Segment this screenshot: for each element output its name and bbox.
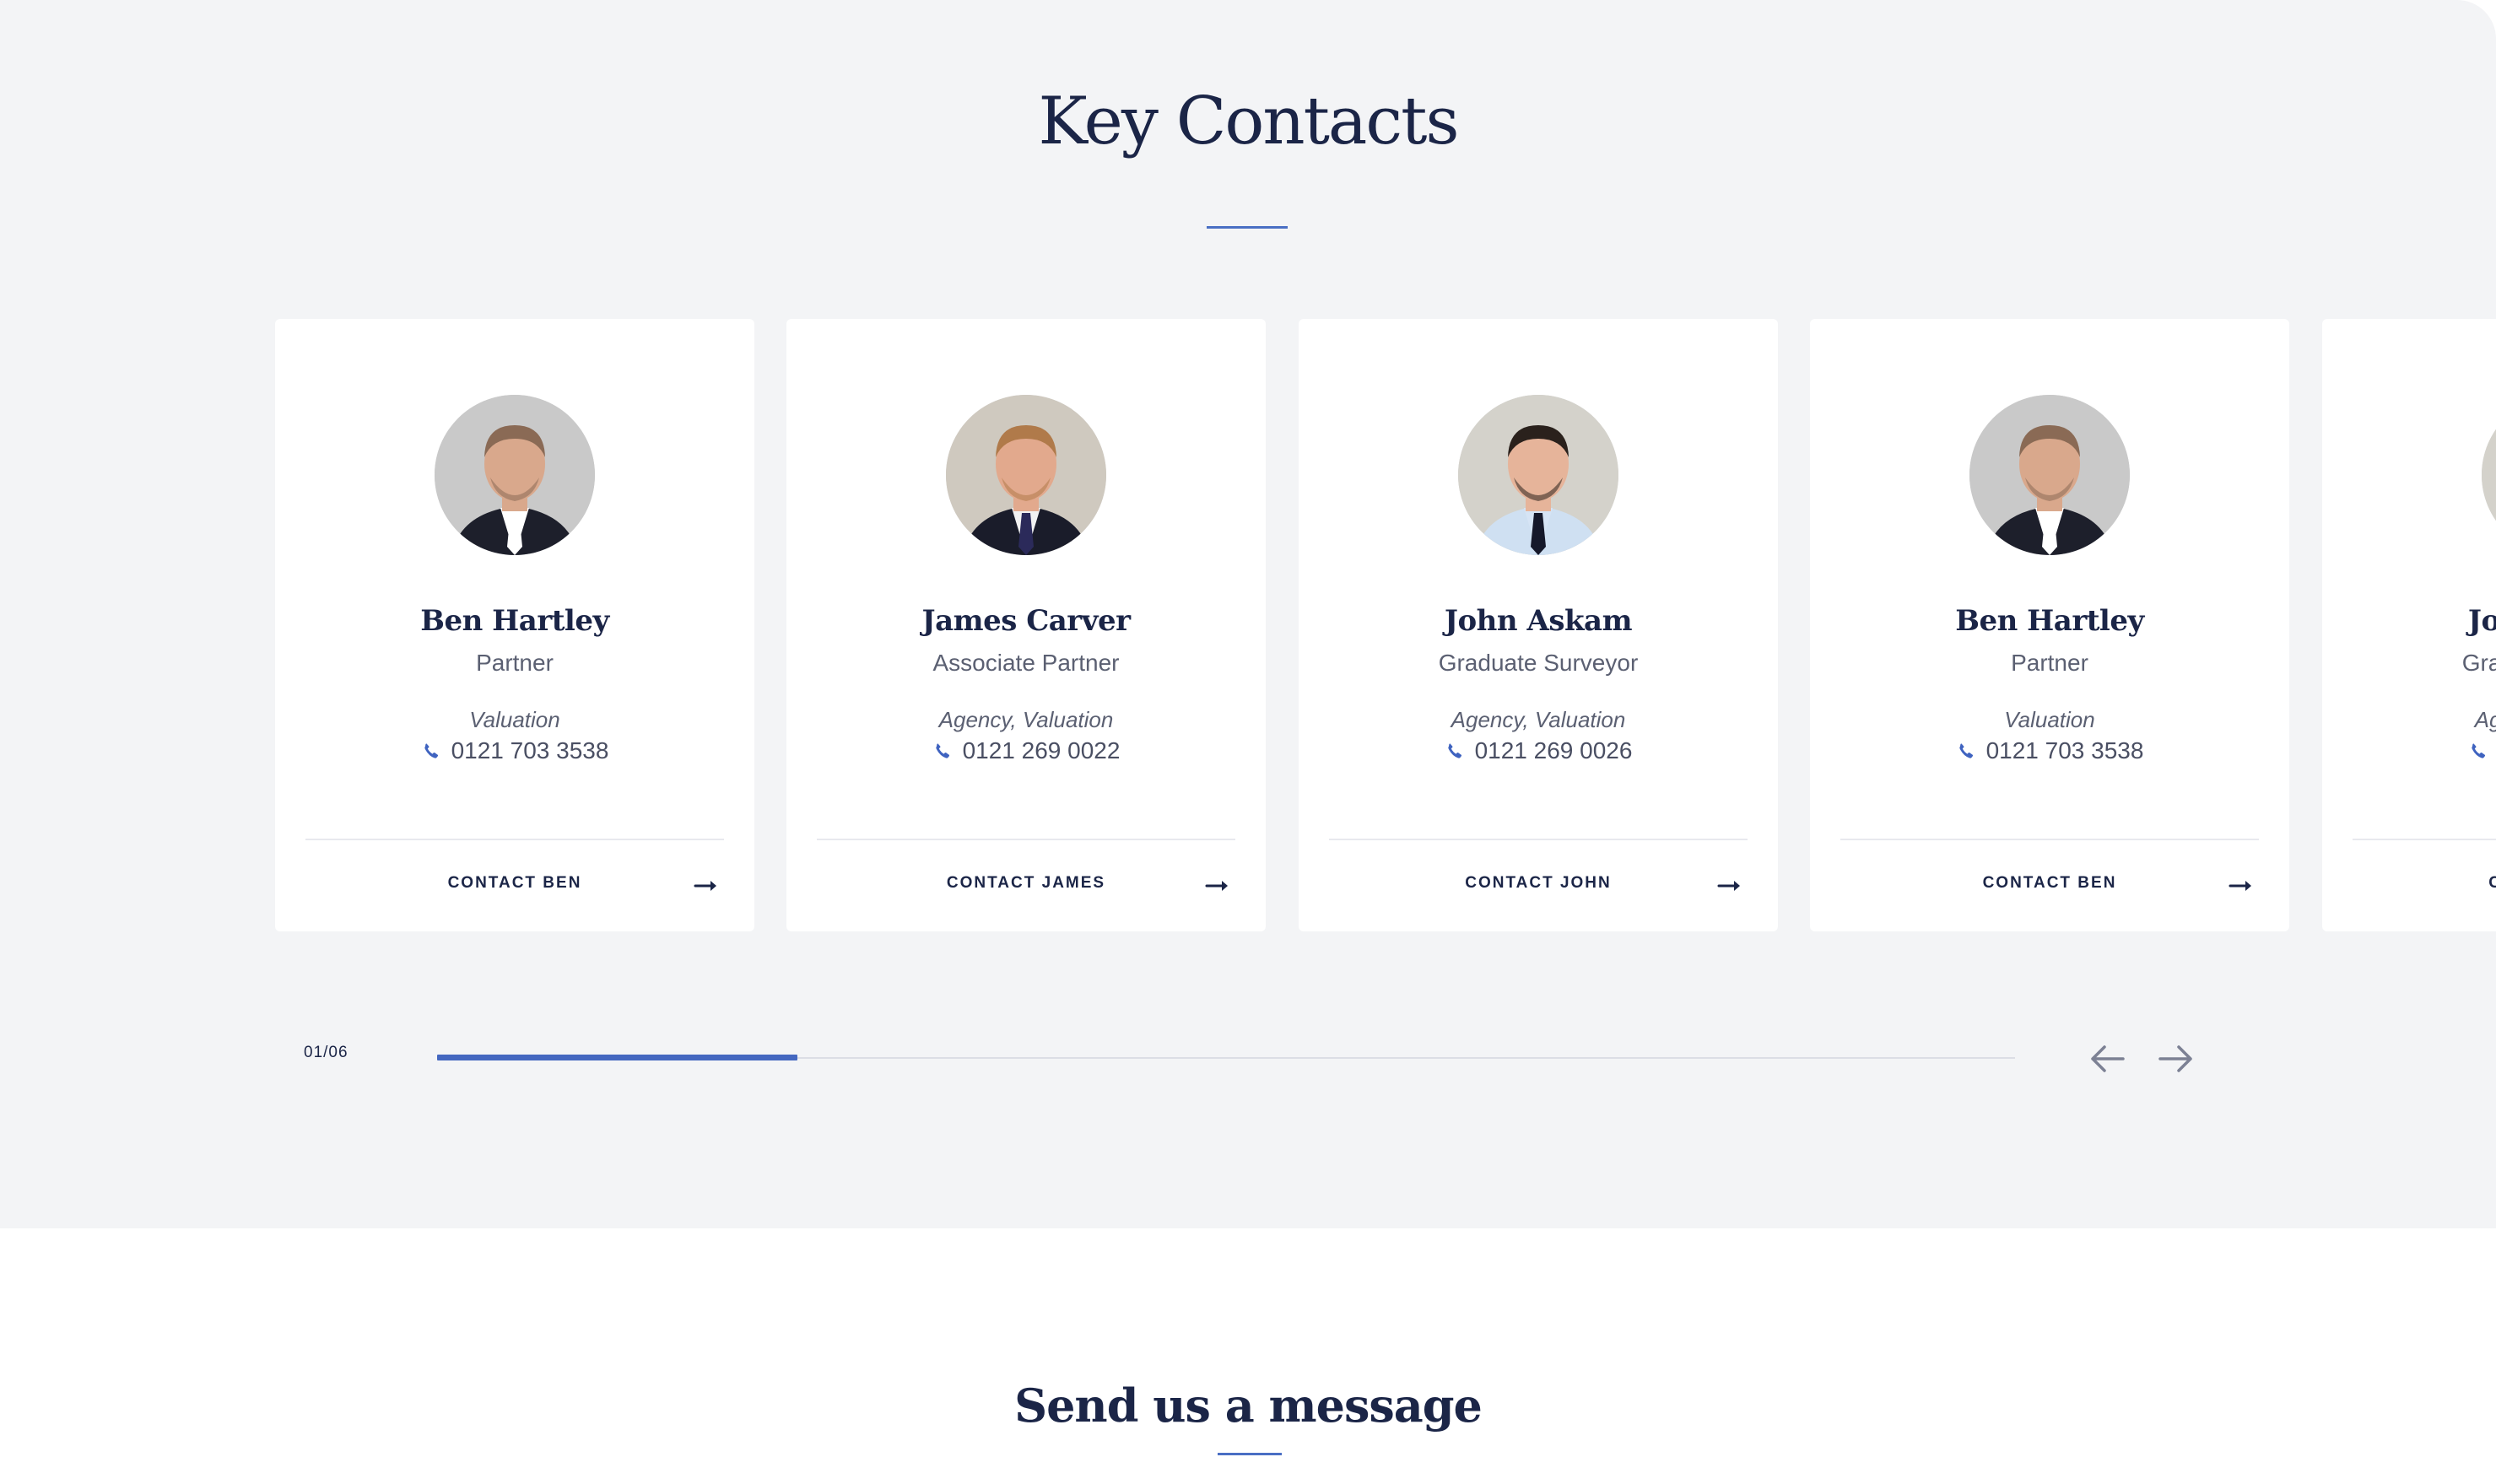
contact-department: Agency, Valuation [938,707,1114,732]
contact-name: Ben Hartley [1955,604,2144,638]
phone-number: 0121 703 3538 [451,737,609,764]
phone-number: 0121 269 0026 [1474,737,1633,764]
contact-button[interactable]: CONTACT JOHN [1329,840,1748,931]
contact-name: John Askam [2467,604,2496,638]
slide-counter: 01/06 [304,1044,348,1061]
contact-phone[interactable]: 0121 703 3538 [1810,737,2289,764]
contact-button[interactable]: CONTACT BEN [305,840,724,931]
key-contacts-section: Key Contacts Ben Hartley Partner Valuati… [0,0,2496,1228]
contact-button-label: CONTACT BEN [447,874,582,892]
arrow-right-icon [1205,881,1228,891]
progress-track [437,1055,2015,1060]
contact-button[interactable]: CONTACT JAMES [817,840,1235,931]
contact-role: Graduate Surveyor [2461,650,2496,676]
contact-button-label: CONTACT JOHN [2353,874,2496,893]
contact-role: Graduate Surveyor [1438,650,1639,676]
prev-slide-button[interactable] [2086,1039,2128,1078]
arrow-right-icon [694,881,716,891]
phone-number: 0121 269 0022 [962,737,1121,764]
contact-department: Agency, Valuation [2474,707,2496,732]
message-title-underline [1218,1453,1282,1455]
contact-button-label: CONTACT JAMES [946,874,1106,892]
next-slide-button[interactable] [2155,1039,2197,1078]
contact-button-label: CONTACT JOHN [1465,874,1612,892]
contact-card: James Carver Associate Partner Agency, V… [786,319,1266,931]
avatar [2482,395,2496,555]
contact-card: Ben Hartley Partner Valuation 0121 703 3… [275,319,754,931]
arrow-right-icon [1717,881,1740,891]
send-message-title: Send us a message [1014,1379,1483,1433]
arrow-right-icon [2229,881,2251,891]
contact-phone[interactable]: 0121 703 3538 [275,737,754,764]
phone-icon [935,743,949,758]
contact-role: Associate Partner [932,650,1120,676]
person-photo [1969,395,2130,555]
person-photo [946,395,1106,555]
contact-department: Valuation [2004,707,2095,732]
contact-button-label: CONTACT BEN [1982,874,2117,892]
contact-department: Agency, Valuation [1451,707,1626,732]
contact-phone[interactable]: 0121 269 0022 [786,737,1266,764]
contact-card: Ben Hartley Partner Valuation 0121 703 3… [1810,319,2289,931]
contact-card: John Askam Graduate Surveyor Agency, Val… [2322,319,2496,931]
title-underline [1207,226,1288,229]
contact-role: Partner [476,650,554,676]
contact-phone[interactable]: 0121 269 0026 [1299,737,1778,764]
person-photo [1458,395,1618,555]
avatar [1969,395,2130,555]
contact-name: James Carver [921,604,1131,638]
person-photo [2482,395,2496,555]
contact-phone[interactable]: 0121 269 0026 [2322,737,2496,764]
section-title: Key Contacts [1038,84,1460,159]
person-photo [435,395,595,555]
contact-card: John Askam Graduate Surveyor Agency, Val… [1299,319,1778,931]
progress-fill [437,1055,798,1060]
phone-icon [2471,743,2485,758]
arrow-right-icon [2158,1045,2192,1072]
avatar [435,395,595,555]
phone-icon [424,743,438,758]
contact-role: Partner [2011,650,2088,676]
phone-number: 0121 703 3538 [1985,737,2144,764]
phone-icon [1958,743,1973,758]
contacts-carousel[interactable]: Ben Hartley Partner Valuation 0121 703 3… [0,319,2496,933]
contact-name: Ben Hartley [420,604,609,638]
phone-icon [1447,743,1461,758]
contact-button[interactable]: CONTACT JOHN [2353,840,2496,931]
avatar [1458,395,1618,555]
arrow-left-icon [2091,1045,2125,1072]
contact-name: John Askam [1444,604,1633,638]
contact-department: Valuation [469,707,560,732]
contact-button[interactable]: CONTACT BEN [1840,840,2259,931]
avatar [946,395,1106,555]
